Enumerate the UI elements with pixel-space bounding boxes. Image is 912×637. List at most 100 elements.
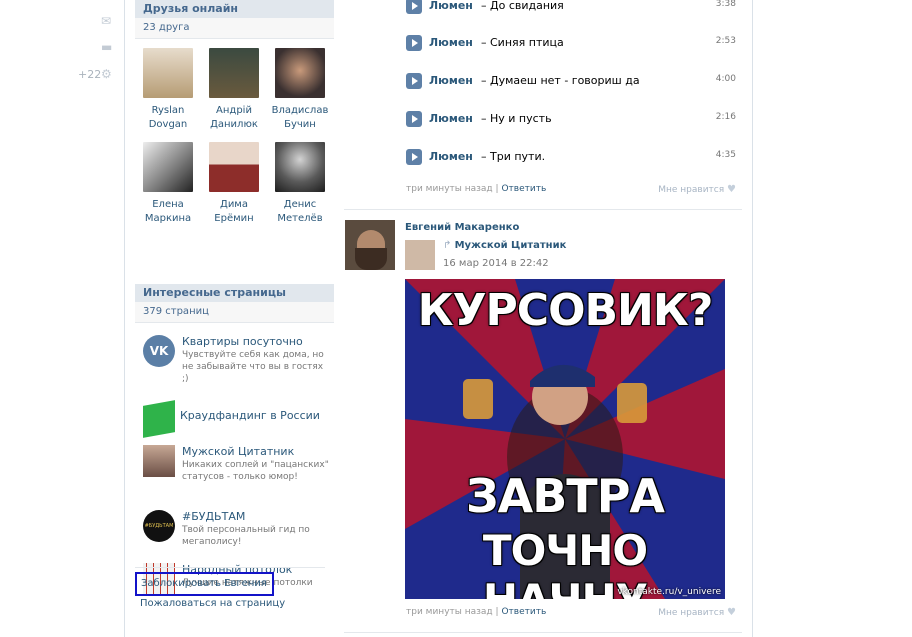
friends-online-title[interactable]: Друзья онлайн: [135, 0, 334, 18]
comment-icon[interactable]: ▬: [101, 40, 112, 54]
reply-link[interactable]: Ответить: [501, 184, 546, 194]
friend-avatar[interactable]: [209, 48, 259, 98]
interesting-pages-count[interactable]: 379 страниц: [135, 302, 334, 323]
friend-avatar[interactable]: [143, 142, 193, 192]
page-description: Чувствуйте себя как дома, но не забывайт…: [182, 350, 324, 384]
vk-logo-icon[interactable]: VK: [143, 335, 175, 367]
track-title[interactable]: – Три пути.: [481, 150, 545, 163]
divider: [344, 209, 742, 210]
audio-track[interactable]: Люмен – Думаеш нет - говориш да 4:00: [406, 72, 736, 90]
track-duration: 4:00: [715, 74, 736, 84]
audio-track[interactable]: Люмен – Три пути. 4:35: [406, 148, 736, 166]
friend-first-name[interactable]: Елена: [152, 199, 184, 210]
block-user-link[interactable]: Заблокировать Евгения: [135, 572, 274, 596]
crowdfunding-logo-icon[interactable]: [143, 400, 175, 438]
divider: [135, 567, 325, 568]
track-artist[interactable]: Люмен: [429, 0, 473, 12]
page-description: Твой персональный гид по мегаполису!: [182, 525, 310, 547]
friend-avatar[interactable]: [275, 142, 325, 192]
track-title[interactable]: – Синяя птица: [481, 36, 564, 49]
like-button[interactable]: Мне нравится ♥: [658, 607, 736, 618]
page-title[interactable]: #БУДЬТАМ: [182, 510, 245, 524]
notification-counter[interactable]: +22: [78, 68, 101, 81]
friend-last-name[interactable]: Dovgan: [149, 119, 188, 130]
play-icon[interactable]: [406, 111, 422, 127]
audio-track[interactable]: Люмен – Ну и пусть 2:16: [406, 110, 736, 128]
track-duration: 2:16: [715, 112, 736, 122]
friend-card[interactable]: Денис Метелёв: [267, 142, 333, 226]
track-artist[interactable]: Люмен: [429, 150, 473, 163]
friend-first-name[interactable]: Ryslan: [152, 105, 185, 116]
page-title[interactable]: Мужской Цитатник: [182, 445, 294, 459]
repost-icon: ↱: [443, 240, 455, 251]
friend-first-name[interactable]: Андрій: [216, 105, 252, 116]
post-time[interactable]: три минуты назад: [406, 184, 493, 194]
friend-card[interactable]: Андрій Данилюк: [201, 48, 267, 132]
meme-watermark: vkontakte.ru/v_univere: [617, 587, 721, 597]
play-icon[interactable]: [406, 35, 422, 51]
meme-caption-bottom-1: ЗАВТРА: [465, 469, 665, 523]
play-icon[interactable]: [406, 149, 422, 165]
post-author[interactable]: Евгений Макаренко: [405, 222, 519, 233]
reply-link[interactable]: Ответить: [501, 607, 546, 617]
track-artist[interactable]: Люмен: [429, 74, 473, 87]
friend-card[interactable]: Елена Маркина: [135, 142, 201, 226]
post-image[interactable]: КУРСОВИК? ЗАВТРА ТОЧНО НАЧНУ vkontakte.r…: [405, 279, 725, 599]
track-duration: 3:38: [715, 0, 736, 9]
track-artist[interactable]: Люмен: [429, 36, 473, 49]
divider: [752, 0, 753, 637]
page-avatar[interactable]: [143, 445, 175, 477]
track-artist[interactable]: Люмен: [429, 112, 473, 125]
post-meta: три минуты назад | Ответить Мне нравится…: [406, 607, 736, 618]
post-time[interactable]: три минуты назад: [406, 607, 493, 617]
divider: [344, 632, 742, 633]
play-icon[interactable]: [406, 0, 422, 14]
audio-track[interactable]: Люмен – До свидания 3:38: [406, 0, 736, 15]
friend-avatar[interactable]: [275, 48, 325, 98]
repost-source[interactable]: ↱ Мужской Цитатник: [443, 240, 566, 251]
friend-first-name[interactable]: Денис: [284, 199, 317, 210]
track-title[interactable]: – Думаеш нет - говориш да: [481, 74, 640, 87]
friend-last-name[interactable]: Бучин: [284, 119, 316, 130]
friend-first-name[interactable]: Дима: [220, 199, 248, 210]
budtam-logo-icon[interactable]: #БУДЬТАМ: [143, 510, 175, 542]
friend-avatar[interactable]: [209, 142, 259, 192]
meta-separator: |: [495, 607, 499, 617]
like-button[interactable]: Мне нравится ♥: [658, 184, 736, 195]
page-title[interactable]: Квартиры посуточно: [182, 335, 303, 349]
interesting-pages-title[interactable]: Интересные страницы: [135, 284, 334, 302]
friend-last-name[interactable]: Ерёмин: [214, 213, 253, 224]
track-title[interactable]: – Ну и пусть: [481, 112, 552, 125]
post-meta: три минуты назад | Ответить Мне нравится…: [406, 184, 736, 195]
friend-last-name[interactable]: Маркина: [145, 213, 191, 224]
meta-separator: |: [495, 184, 499, 194]
track-duration: 4:35: [715, 150, 736, 160]
repost-avatar[interactable]: [405, 240, 435, 270]
track-title[interactable]: – До свидания: [481, 0, 564, 12]
repost-source-name[interactable]: Мужской Цитатник: [455, 240, 567, 251]
report-page-link[interactable]: Пожаловаться на страницу: [140, 598, 285, 609]
friend-avatar[interactable]: [143, 48, 193, 98]
friend-card[interactable]: Дима Ерёмин: [201, 142, 267, 226]
post-date[interactable]: 16 мар 2014 в 22:42: [443, 258, 549, 269]
friend-card[interactable]: Ryslan Dovgan: [135, 48, 201, 132]
mail-icon[interactable]: ✉: [101, 14, 111, 28]
page-title[interactable]: Краудфандинг в России: [180, 409, 320, 423]
audio-track[interactable]: Люмен – Синяя птица 2:53: [406, 34, 736, 52]
friends-online-count[interactable]: 23 друга: [135, 18, 334, 39]
divider: [124, 0, 125, 637]
like-label[interactable]: Мне нравится: [658, 185, 724, 195]
meme-caption-top: КУРСОВИК?: [417, 285, 714, 336]
avatar[interactable]: [345, 220, 395, 270]
friend-last-name[interactable]: Данилюк: [210, 119, 258, 130]
heart-icon[interactable]: ♥: [727, 184, 736, 195]
play-icon[interactable]: [406, 73, 422, 89]
friend-last-name[interactable]: Метелёв: [277, 213, 322, 224]
profile-sidebar: Друзья онлайн 23 друга Ryslan Dovgan Андр…: [135, 0, 334, 595]
like-label[interactable]: Мне нравится: [658, 608, 724, 618]
gear-icon[interactable]: ⚙: [101, 67, 112, 81]
friend-first-name[interactable]: Владислав: [272, 105, 329, 116]
friend-card[interactable]: Владислав Бучин: [267, 48, 333, 132]
heart-icon[interactable]: ♥: [727, 607, 736, 618]
track-duration: 2:53: [715, 36, 736, 46]
